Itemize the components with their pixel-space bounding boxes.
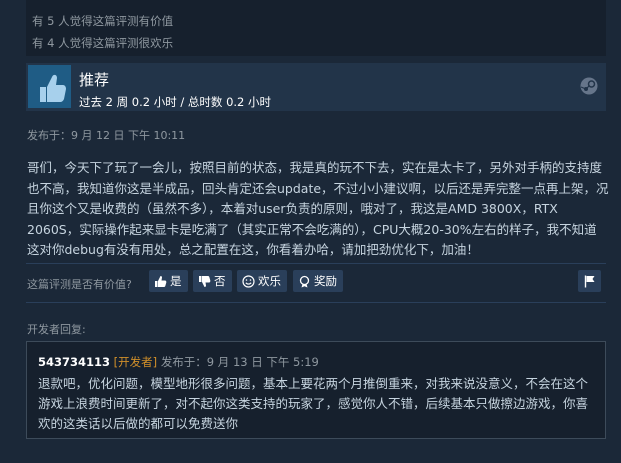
vote-funny-label: 欢乐 <box>258 274 281 288</box>
developer-name[interactable]: 543734113 <box>38 355 110 369</box>
vote-yes-button[interactable]: 是 <box>149 270 188 292</box>
review-header: 推荐 过去 2 周 0.2 小时 / 总时数 0.2 小时 <box>26 63 606 111</box>
funny-count: 有 4 人觉得这篇评测很欢乐 <box>32 36 174 50</box>
award-button[interactable]: 奖励 <box>293 270 343 292</box>
vote-no-label: 否 <box>214 274 226 288</box>
developer-response-date: 发布于：9 月 13 日 下午 5:19 <box>160 355 319 369</box>
developer-response-text: 退款吧，优化问题，模型地形很多问题，基本上要花两个月推倒重来，对我来说没意义，不… <box>38 376 589 431</box>
posted-date: 发布于：9 月 12 日 下午 10:11 <box>27 129 186 142</box>
vote-yes-label: 是 <box>170 274 182 288</box>
helpful-count: 有 5 人觉得这篇评测有价值 <box>32 14 174 28</box>
playtime: 过去 2 周 0.2 小时 / 总时数 0.2 小时 <box>79 95 272 109</box>
developer-response: 543734113 [开发者] 发布于：9 月 13 日 下午 5:19 退款吧… <box>26 341 606 439</box>
divider <box>26 302 606 303</box>
vote-no-button[interactable]: 否 <box>193 270 232 292</box>
thumbs-up-icon <box>155 275 167 287</box>
vote-prompt: 这篇评测是否有价值? <box>27 278 132 291</box>
vote-funny-button[interactable]: 欢乐 <box>237 270 287 292</box>
award-label: 奖励 <box>314 274 337 288</box>
smiley-icon <box>242 274 255 288</box>
developer-tag: [开发者] <box>113 355 158 369</box>
developer-response-header: 543734113 [开发者] 发布于：9 月 13 日 下午 5:19 <box>38 354 319 370</box>
review-verdict: 推荐 <box>79 71 110 89</box>
award-icon <box>299 275 310 287</box>
thumbs-up-icon <box>28 65 71 108</box>
flag-icon <box>584 275 594 287</box>
steam-icon <box>580 77 598 95</box>
thumbs-down-icon <box>199 275 211 287</box>
helpful-summary: 有 5 人觉得这篇评测有价值 有 4 人觉得这篇评测很欢乐 <box>26 0 606 56</box>
divider <box>26 263 606 264</box>
developer-response-label: 开发者回复: <box>27 323 86 336</box>
review-body: 哥们，今天下了玩了一会儿，按照目前的状态，我是真的玩不下去，实在是太卡了，另外对… <box>27 160 609 257</box>
report-flag-button[interactable] <box>578 270 601 292</box>
